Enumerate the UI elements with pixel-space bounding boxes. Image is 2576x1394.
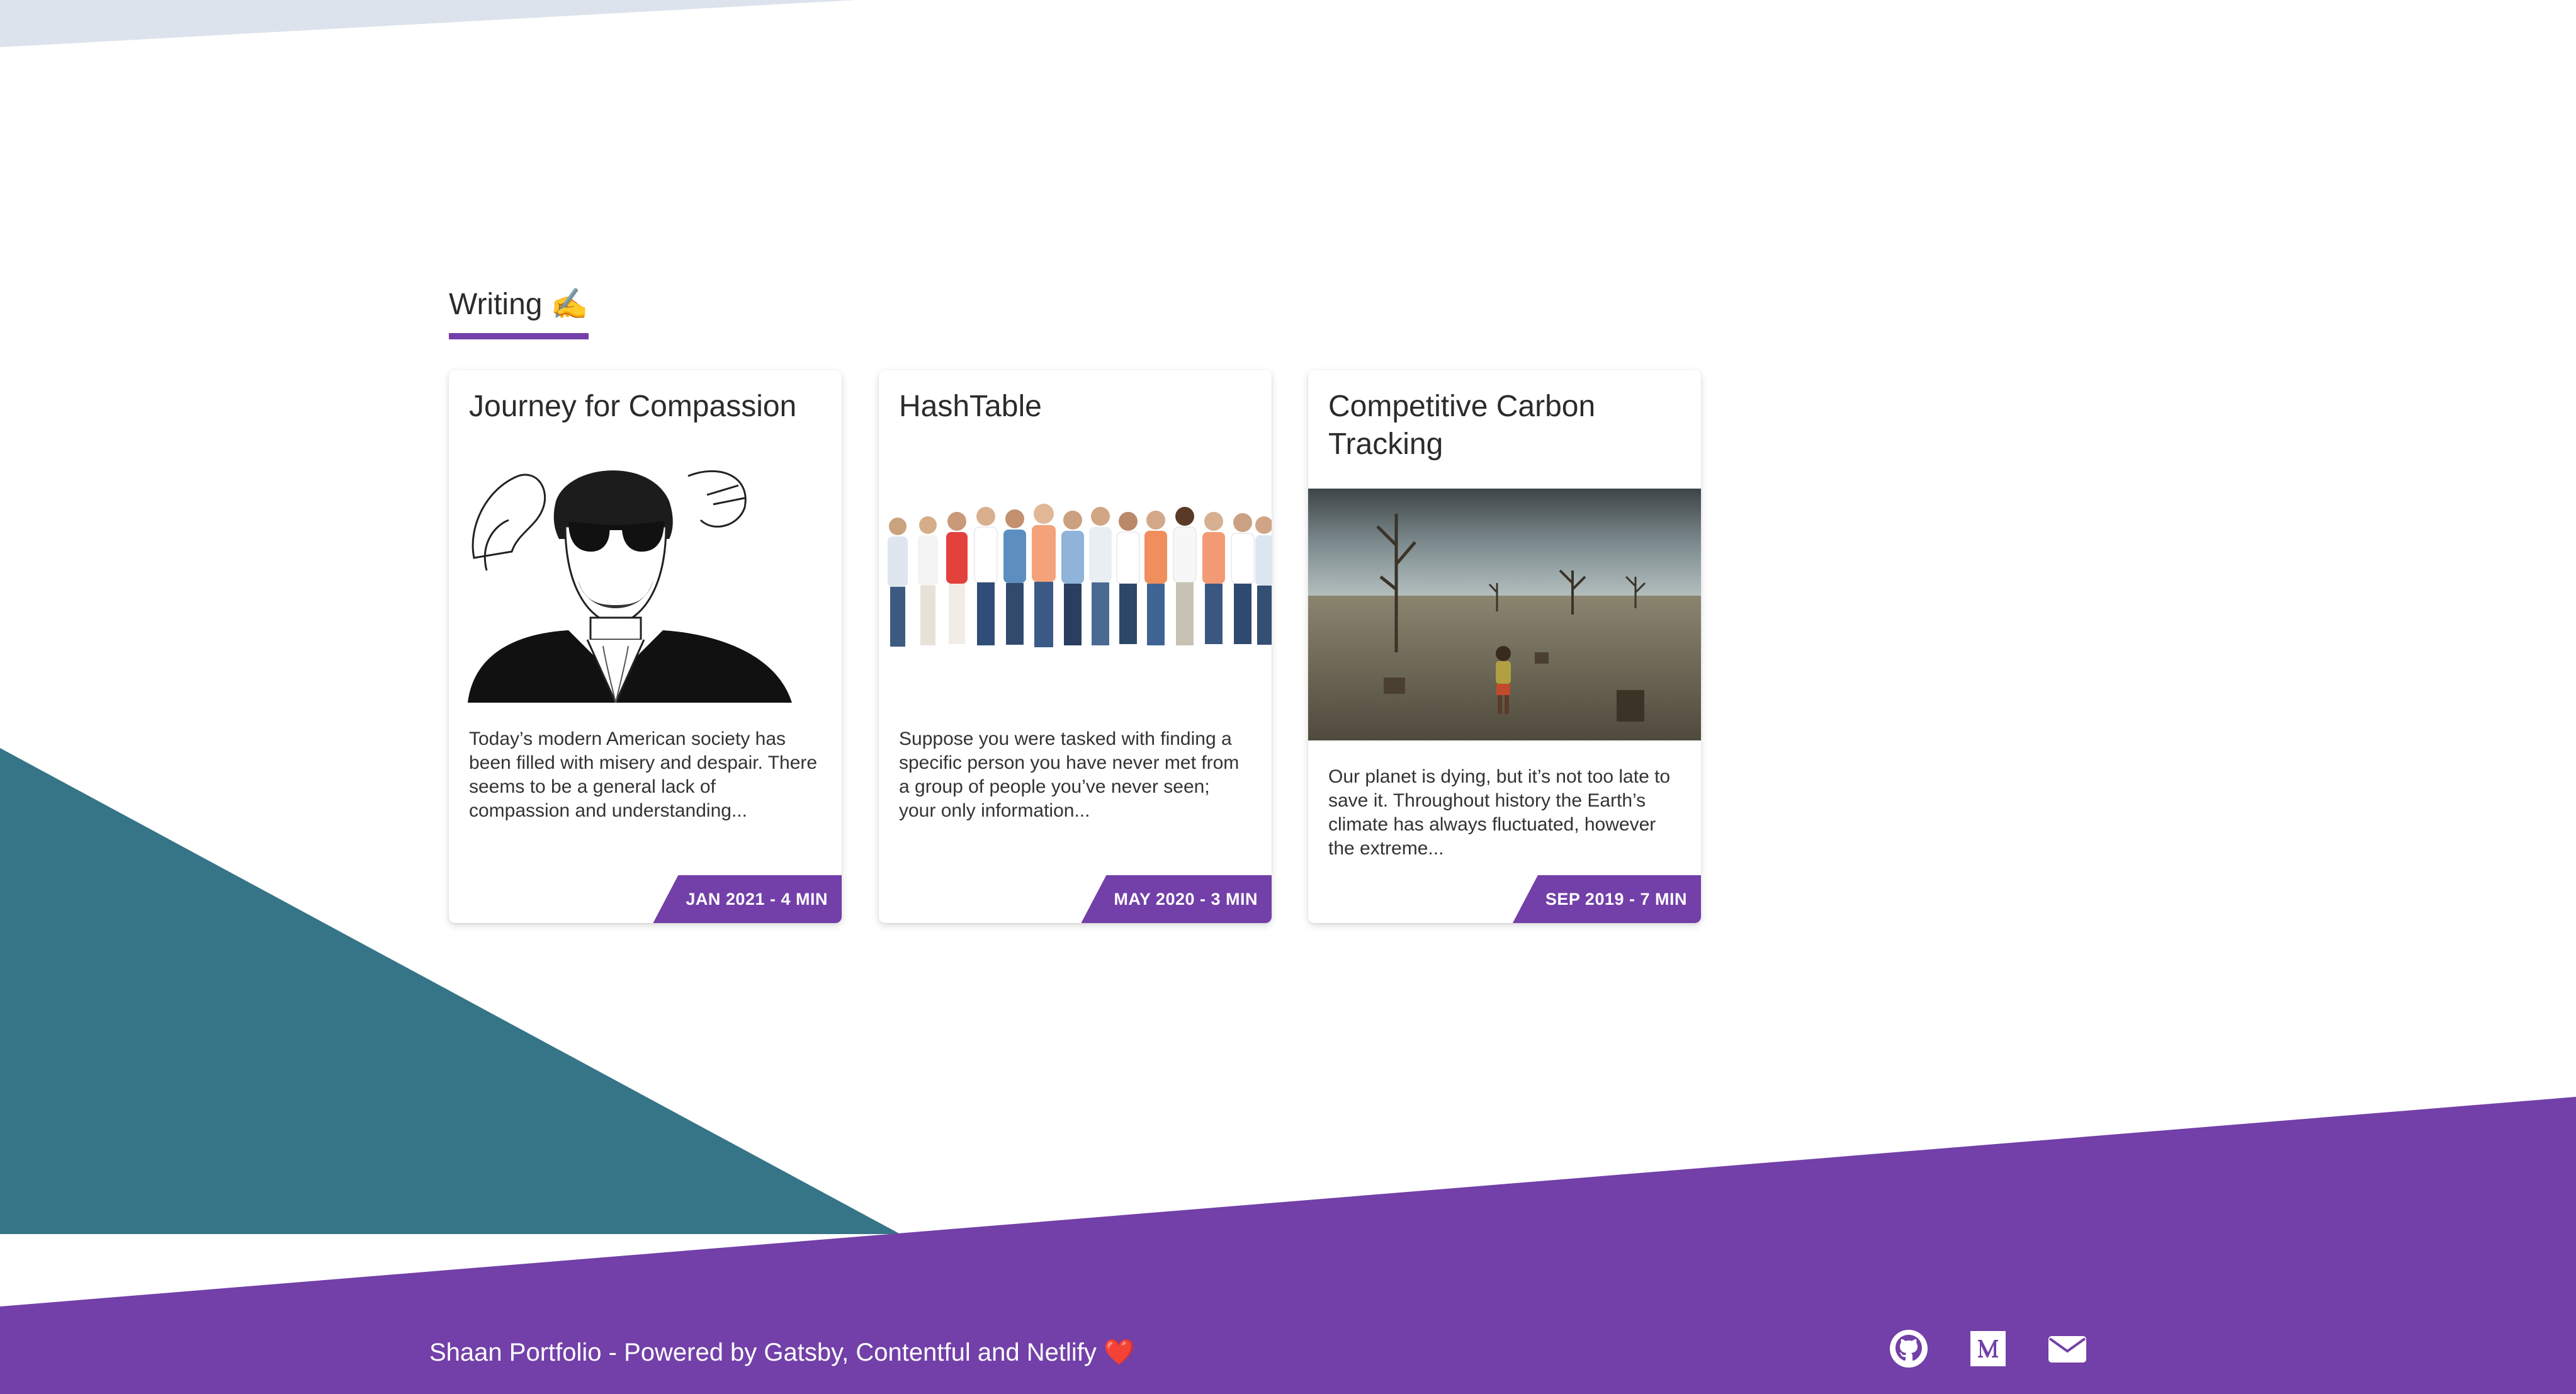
sketch-portrait-image — [449, 451, 842, 703]
group-of-people-image — [879, 451, 1272, 703]
footer-social-links — [1889, 1329, 2087, 1369]
top-strip-shape — [0, 0, 856, 47]
barren-landscape-image — [1308, 489, 1701, 740]
writing-hand-emoji: ✍️ — [550, 288, 589, 321]
footer-prefix: Shaan Portfolio - Powered by — [429, 1339, 764, 1366]
footer-separator: , — [842, 1339, 856, 1366]
gatsby-link[interactable]: Gatsby — [764, 1339, 842, 1366]
post-card-date-badge: MAY 2020 - 3 MIN — [1081, 875, 1272, 923]
background-shapes — [0, 0, 2576, 1394]
post-card-title: HashTable — [899, 390, 1042, 423]
post-card-title: Journey for Compassion — [469, 390, 797, 423]
post-card-description: Our planet is dying, but it’s not too la… — [1328, 766, 1671, 859]
post-card-date-badge: JAN 2021 - 4 MIN — [653, 875, 842, 923]
medium-icon[interactable] — [1968, 1329, 2008, 1369]
footer-and: and — [970, 1339, 1027, 1366]
github-icon[interactable] — [1889, 1329, 1929, 1369]
email-icon[interactable] — [2047, 1329, 2087, 1369]
post-card-competitive-carbon-tracking[interactable]: Competitive Carbon Tracking Our planet i… — [1308, 370, 1701, 923]
post-card-description: Today’s modern American society has been… — [469, 728, 818, 821]
section-title-text: Writing — [449, 288, 543, 321]
heart-emoji: ❤️ — [1103, 1339, 1135, 1366]
post-card-title: Competitive Carbon Tracking — [1328, 390, 1596, 461]
netlify-link[interactable]: Netlify — [1027, 1339, 1097, 1366]
contentful-link[interactable]: Contentful — [856, 1339, 970, 1366]
footer-credits: Shaan Portfolio - Powered by Gatsby, Con… — [429, 1336, 1135, 1369]
post-card-hashtable[interactable]: HashTable Suppose you were tasked with f… — [879, 370, 1272, 923]
section-title-writing: Writing ✍️ — [449, 286, 589, 339]
post-card-journey-for-compassion[interactable]: Journey for Compassion Today’s modern Am… — [449, 370, 842, 923]
post-card-date-badge: SEP 2019 - 7 MIN — [1512, 875, 1701, 923]
post-card-description: Suppose you were tasked with finding a s… — [899, 728, 1240, 821]
